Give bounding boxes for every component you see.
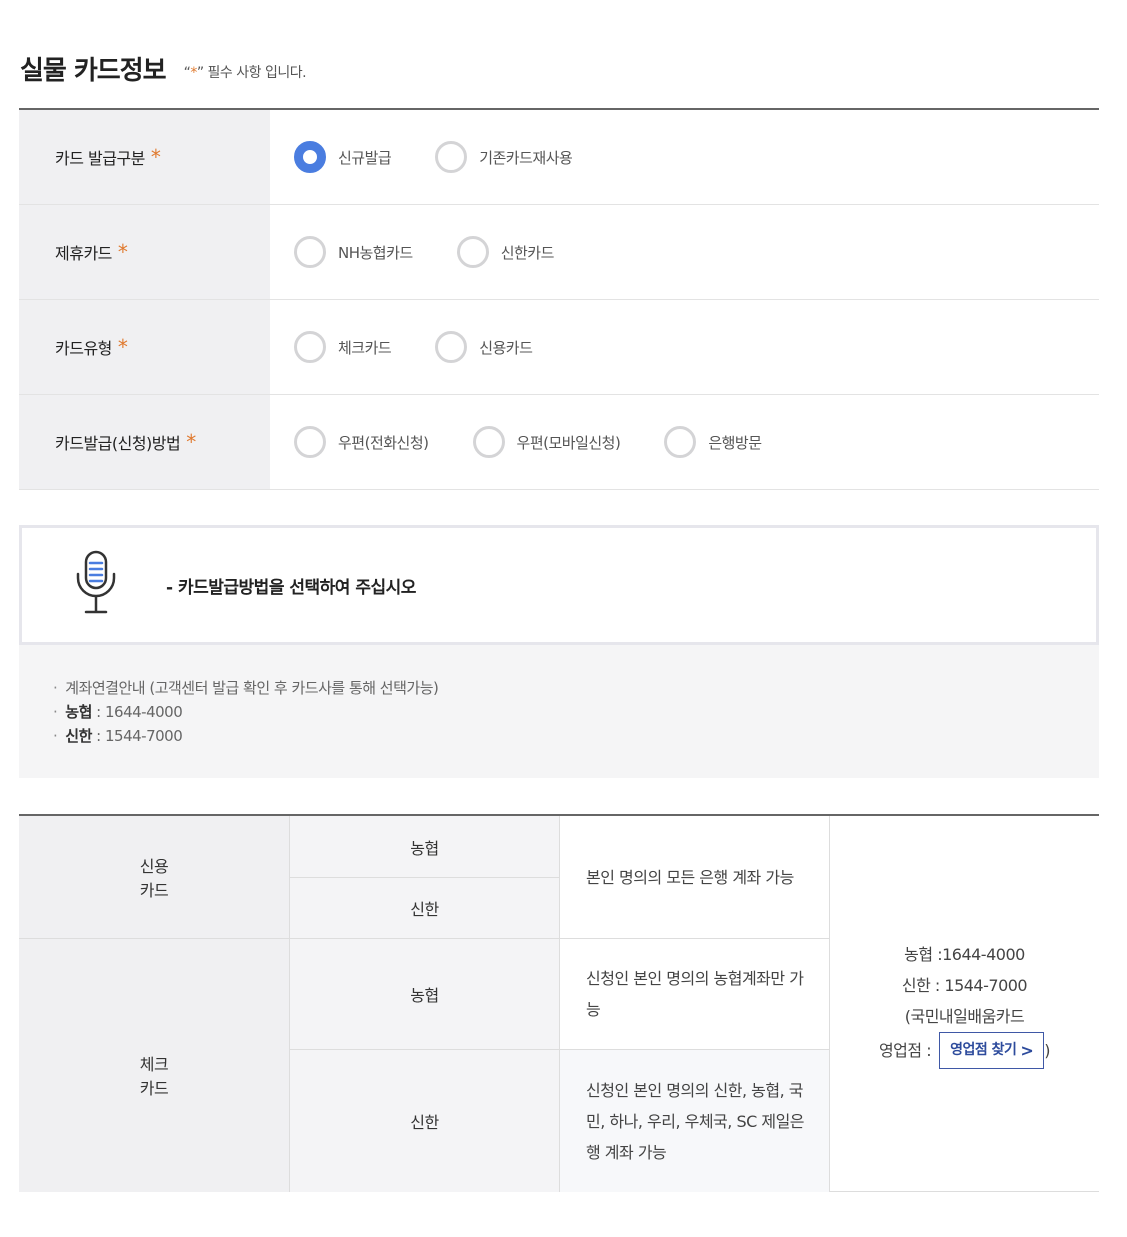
radio-unchecked-icon — [435, 141, 468, 173]
required-note-close: ” 필수 사항 입니다. — [196, 65, 307, 81]
info-bank-name: 농협 — [65, 703, 92, 721]
radio-group-issue-type: 신규발급 기존카드재사용 — [270, 110, 1099, 204]
divider — [559, 816, 560, 1192]
form-label-card-type: 카드유형 * — [19, 300, 270, 394]
radio-unchecked-icon — [456, 236, 489, 268]
info-item-guide: 계좌연결안내 (고객센터 발급 확인 후 카드사를 통해 선택가능) — [53, 676, 1099, 700]
info-phone: : 1544-7000 — [91, 727, 183, 745]
radio-label: 체크카드 — [338, 338, 392, 357]
check-nh-desc-cell: 신청인 본인 명의의 농협계좌만 가능 — [586, 969, 804, 1019]
radio-label: 신한카드 — [500, 243, 555, 262]
radio-mail-phone[interactable]: 우편(전화신청) — [294, 426, 429, 458]
contact-shinhan: 신한 : 1544-7000 — [901, 976, 1028, 995]
chevron-right-icon: > — [1020, 1041, 1034, 1060]
radio-label: 우편(모바일신청) — [516, 433, 621, 452]
required-star-icon: * — [150, 145, 161, 169]
form-row-partner-card: 제휴카드 * NH농협카드 신한카드 — [19, 205, 1099, 300]
form-label-issue-method: 카드발급(신청)방법 * — [19, 395, 270, 489]
label-text: 카드유형 — [55, 339, 112, 358]
radio-reuse-card[interactable]: 기존카드재사용 — [435, 141, 573, 173]
check-nh-cell: 농협 — [290, 939, 559, 1049]
credit-shinhan-cell: 신한 — [290, 878, 559, 938]
credit-desc-cell: 본인 명의의 모든 은행 계좌 가능 — [586, 867, 794, 887]
label-text: 카드 발급구분 — [55, 149, 145, 168]
branch-label: 영업점 : — [878, 1041, 932, 1060]
header-text: 신용 — [139, 857, 169, 876]
check-shinhan-cell: 신한 — [290, 1050, 559, 1192]
section-header: 실물 카드정보 “*” 필수 사항 입니다. — [20, 48, 307, 88]
branch-line: 영업점 : 영업점 찾기 > ) — [878, 1032, 1051, 1069]
contact-nh: 농협 :1644-4000 — [904, 945, 1025, 964]
divider — [290, 1049, 829, 1050]
radio-group-partner-card: NH농협카드 신한카드 — [270, 205, 1099, 299]
radio-label: 기존카드재사용 — [479, 148, 573, 167]
divider — [290, 877, 559, 878]
form-row-issue-type: 카드 발급구분 * 신규발급 기존카드재사용 — [19, 110, 1099, 205]
radio-checked-icon — [294, 141, 326, 173]
radio-check-card[interactable]: 체크카드 — [294, 331, 392, 363]
required-note: “*” 필수 사항 입니다. — [184, 62, 307, 82]
label-text: 카드발급(신청)방법 — [55, 434, 181, 453]
header-text: 카드 — [139, 881, 169, 900]
header-text: 카드 — [139, 1078, 169, 1098]
credit-card-header: 신용 카드 — [19, 816, 289, 938]
radio-new-issue[interactable]: 신규발급 — [294, 141, 392, 173]
radio-label: 신규발급 — [338, 148, 392, 167]
radio-unchecked-icon — [472, 426, 505, 458]
card-info-form: 카드 발급구분 * 신규발급 기존카드재사용 제휴카드 * NH농협카드 신한카드 … — [19, 108, 1099, 490]
form-row-issue-method: 카드발급(신청)방법 * 우편(전화신청) 우편(모바일신청) 은행방문 — [19, 395, 1099, 490]
info-phone: : 1644-4000 — [91, 703, 183, 721]
divider — [289, 816, 290, 1192]
card-account-table: 신용 카드 체크 카드 농협 신한 농협 신한 본인 명의의 모든 은행 계좌 … — [19, 814, 1099, 1192]
microphone-icon — [74, 550, 144, 620]
radio-unchecked-icon — [294, 426, 326, 458]
page-title: 실물 카드정보 — [20, 55, 167, 86]
radio-unchecked-icon — [435, 331, 468, 363]
check-shinhan-desc-cell: 신청인 본인 명의의 신한, 농협, 국민, 하나, 우리, 우체국, SC 제… — [560, 1050, 829, 1192]
check-card-header: 체크 카드 — [19, 939, 289, 1192]
header-text: 체크 — [139, 1054, 169, 1074]
radio-label: 신용카드 — [479, 338, 533, 357]
required-star-icon: * — [117, 335, 128, 359]
radio-mail-mobile[interactable]: 우편(모바일신청) — [472, 426, 621, 458]
divider — [19, 938, 829, 939]
radio-label: NH농협카드 — [338, 243, 413, 262]
form-row-card-type: 카드유형 * 체크카드 신용카드 — [19, 300, 1099, 395]
find-branch-button[interactable]: 영업점 찾기 > — [939, 1032, 1045, 1069]
divider — [829, 816, 830, 1192]
radio-unchecked-icon — [664, 426, 697, 458]
radio-label: 은행방문 — [708, 433, 762, 452]
form-label-partner-card: 제휴카드 * — [19, 205, 270, 299]
branch-close: ) — [1044, 1041, 1051, 1060]
contact-cell: 농협 :1644-4000 신한 : 1544-7000 (국민내일배움카드 영… — [830, 816, 1099, 1192]
required-star-icon: * — [117, 240, 128, 264]
button-label: 영업점 찾기 — [950, 1042, 1017, 1058]
label-text: 제휴카드 — [55, 244, 112, 263]
radio-shinhan-card[interactable]: 신한카드 — [456, 236, 555, 268]
info-text: 계좌연결안내 (고객센터 발급 확인 후 카드사를 통해 선택가능) — [65, 679, 439, 697]
contact-note: (국민내일배움카드 — [904, 1007, 1025, 1026]
radio-group-card-type: 체크카드 신용카드 — [270, 300, 1099, 394]
notice-message: - 카드발급방법을 선택하여 주십시오 — [166, 577, 416, 598]
radio-group-issue-method: 우편(전화신청) 우편(모바일신청) 은행방문 — [270, 395, 1099, 489]
account-info-list: 계좌연결안내 (고객센터 발급 확인 후 카드사를 통해 선택가능) 농협 : … — [19, 645, 1099, 778]
notice-box: - 카드발급방법을 선택하여 주십시오 — [19, 525, 1099, 645]
radio-unchecked-icon — [294, 236, 326, 268]
credit-nh-cell: 농협 — [290, 816, 559, 877]
radio-bank-visit[interactable]: 은행방문 — [664, 426, 762, 458]
radio-nh-card[interactable]: NH농협카드 — [294, 236, 413, 268]
form-label-issue-type: 카드 발급구분 * — [19, 110, 270, 204]
radio-credit-card[interactable]: 신용카드 — [435, 331, 533, 363]
info-item-shinhan: 신한 : 1544-7000 — [53, 724, 1099, 748]
info-bank-name: 신한 — [65, 727, 92, 745]
info-item-nh: 농협 : 1644-4000 — [53, 700, 1099, 724]
radio-label: 우편(전화신청) — [338, 433, 429, 452]
required-star-icon: * — [186, 430, 196, 454]
radio-unchecked-icon — [294, 331, 326, 363]
